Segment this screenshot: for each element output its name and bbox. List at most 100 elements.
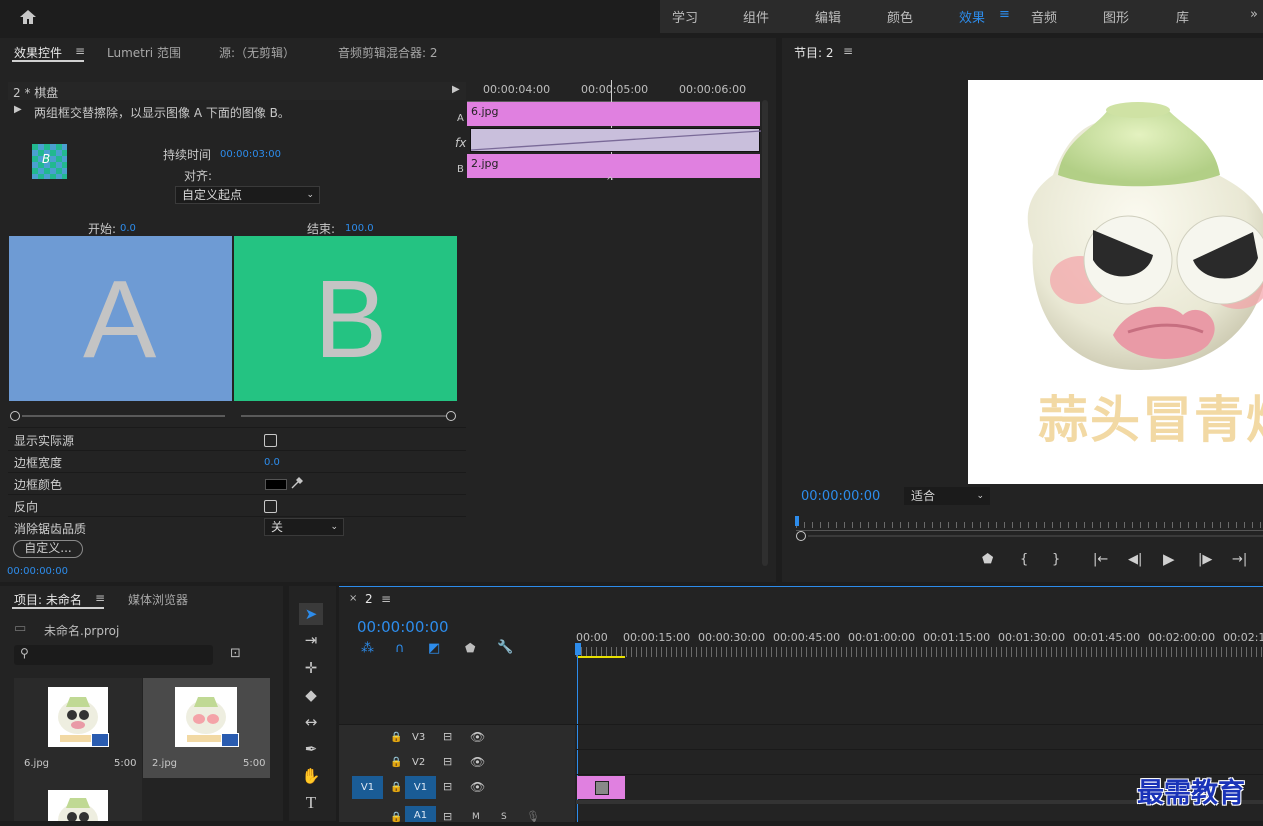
mark-in-icon[interactable]: { bbox=[1020, 552, 1028, 567]
workspace-library[interactable]: 库 bbox=[1176, 7, 1189, 26]
track-target-v1[interactable]: V1 bbox=[405, 776, 436, 799]
workspace-audio[interactable]: 音频 bbox=[1031, 7, 1057, 26]
hand-tool-icon[interactable]: ✋ bbox=[299, 765, 323, 787]
add-marker-icon[interactable]: ⬟ bbox=[465, 641, 475, 655]
start-slider-track[interactable] bbox=[22, 415, 225, 417]
eye-icon[interactable]: 👁 bbox=[470, 755, 485, 769]
tab-source[interactable]: 源:（无剪辑） bbox=[219, 44, 295, 61]
nest-toggle-icon[interactable]: ⁂ bbox=[361, 641, 374, 656]
close-tab-icon[interactable]: × bbox=[349, 593, 357, 604]
type-tool-icon[interactable]: T bbox=[299, 792, 323, 814]
program-zoom-handle[interactable] bbox=[796, 531, 806, 541]
go-to-out-icon[interactable]: →| bbox=[1232, 552, 1247, 567]
end-slider-handle[interactable] bbox=[446, 411, 456, 421]
selection-tool-icon[interactable]: ➤ bbox=[299, 603, 323, 625]
clip-b[interactable]: 2.jpg bbox=[467, 154, 760, 178]
transition-bar[interactable] bbox=[470, 128, 761, 152]
workspace-menu-icon[interactable]: ≡ bbox=[999, 7, 1010, 22]
transition-marker-icon[interactable] bbox=[595, 781, 609, 795]
source-patch-v1[interactable]: V1 bbox=[352, 776, 383, 799]
tab-lumetri-scopes[interactable]: Lumetri 范围 bbox=[107, 44, 181, 61]
track-select-tool-icon[interactable]: ⇥ bbox=[299, 629, 323, 651]
workspace-color[interactable]: 颜色 bbox=[887, 7, 913, 26]
panel-menu-icon[interactable]: ≡ bbox=[75, 44, 85, 58]
tab-sequence[interactable]: 2 bbox=[365, 592, 373, 606]
step-back-icon[interactable]: ◀| bbox=[1128, 552, 1142, 567]
end-value[interactable]: 100.0 bbox=[345, 223, 374, 234]
lock-icon[interactable]: 🔒 bbox=[390, 757, 402, 768]
end-slider-track[interactable] bbox=[241, 415, 446, 417]
linked-selection-icon[interactable]: ◩ bbox=[428, 641, 440, 656]
work-area-bar[interactable] bbox=[577, 656, 625, 658]
reverse-checkbox[interactable] bbox=[264, 500, 277, 513]
slip-tool-icon[interactable]: ↔ bbox=[299, 711, 323, 733]
project-item-selected[interactable]: 2.jpg 5:00 bbox=[143, 678, 270, 778]
sync-lock-icon[interactable]: ⊟ bbox=[443, 730, 452, 743]
program-ruler[interactable] bbox=[796, 516, 1263, 531]
tab-audio-clip-mixer[interactable]: 音频剪辑混合器: 2 bbox=[338, 44, 438, 61]
fit-dropdown[interactable]: 适合 ⌄ bbox=[904, 487, 990, 505]
program-timecode[interactable]: 00:00:00:00 bbox=[801, 489, 880, 504]
ec-timecode[interactable]: 00:00:00:00 bbox=[7, 566, 68, 577]
track-target-a1[interactable]: A1 bbox=[405, 806, 436, 822]
sync-lock-icon[interactable]: ⊟ bbox=[443, 810, 452, 823]
timeline-ruler[interactable]: 00:00 00:00:15:00 00:00:30:00 00:00:45:0… bbox=[576, 627, 1263, 659]
program-playhead[interactable] bbox=[795, 516, 799, 526]
custom-button[interactable]: 自定义... bbox=[13, 540, 83, 558]
sync-lock-icon[interactable]: ⊟ bbox=[443, 755, 452, 768]
project-search-input[interactable]: ⚲ bbox=[14, 645, 213, 665]
microphone-icon[interactable]: 🎙 bbox=[526, 810, 540, 823]
program-zoom-track[interactable] bbox=[808, 535, 1263, 537]
project-item[interactable]: 6.jpg 5:00 bbox=[14, 678, 142, 821]
border-color-swatch[interactable] bbox=[265, 479, 287, 490]
program-monitor-title[interactable]: 节目: 2 bbox=[794, 44, 834, 61]
workspace-assembly[interactable]: 组件 bbox=[743, 7, 769, 26]
lock-icon[interactable]: 🔒 bbox=[390, 812, 402, 823]
go-to-in-icon[interactable]: |← bbox=[1093, 552, 1108, 567]
clip-a[interactable]: 6.jpg bbox=[467, 102, 760, 126]
border-width-value[interactable]: 0.0 bbox=[264, 457, 280, 468]
wrench-icon[interactable]: 🔧 bbox=[497, 640, 513, 655]
v1-clip[interactable] bbox=[577, 776, 625, 799]
panel-menu-icon[interactable]: ≡ bbox=[381, 592, 391, 606]
timeline-playhead-head[interactable] bbox=[575, 643, 581, 655]
pen-tool-icon[interactable]: ✒ bbox=[299, 738, 323, 760]
home-icon[interactable] bbox=[18, 7, 38, 27]
expand-arrow-icon[interactable]: ▶ bbox=[452, 84, 460, 95]
eyedropper-icon[interactable] bbox=[290, 476, 304, 490]
duration-value[interactable]: 00:00:03:00 bbox=[220, 149, 281, 160]
show-actual-checkbox[interactable] bbox=[264, 434, 277, 447]
mini-vscrollbar[interactable] bbox=[762, 100, 768, 566]
lock-icon[interactable]: 🔒 bbox=[390, 782, 402, 793]
more-workspaces-icon[interactable]: » bbox=[1250, 7, 1258, 22]
align-dropdown[interactable]: 自定义起点 ⌄ bbox=[175, 186, 320, 204]
antialias-dropdown[interactable]: 关 ⌄ bbox=[264, 518, 344, 536]
eye-icon[interactable]: 👁 bbox=[470, 780, 485, 794]
lock-icon[interactable]: 🔒 bbox=[390, 732, 402, 743]
start-value[interactable]: 0.0 bbox=[120, 223, 136, 234]
ripple-edit-tool-icon[interactable]: ✛ bbox=[299, 657, 323, 679]
panel-menu-icon[interactable]: ≡ bbox=[843, 44, 853, 58]
step-forward-icon[interactable]: |▶ bbox=[1198, 552, 1212, 567]
razor-tool-icon[interactable]: ◆ bbox=[299, 684, 323, 706]
eye-icon[interactable]: 👁 bbox=[470, 730, 485, 744]
workspace-effects[interactable]: 效果 bbox=[959, 7, 985, 26]
play-transition-icon[interactable]: ▶ bbox=[14, 104, 22, 115]
new-bin-icon[interactable]: ⊡ bbox=[230, 646, 241, 661]
panel-menu-icon[interactable]: ≡ bbox=[95, 591, 105, 605]
timeline-timecode[interactable]: 00:00:00:00 bbox=[357, 618, 449, 636]
tab-media-browser[interactable]: 媒体浏览器 bbox=[128, 591, 188, 608]
snap-icon[interactable]: ∩ bbox=[395, 641, 405, 656]
add-marker-icon[interactable]: ⬟ bbox=[982, 552, 993, 567]
play-icon[interactable]: ▶ bbox=[1163, 550, 1175, 568]
tab-effect-controls[interactable]: 效果控件 bbox=[14, 44, 62, 61]
caret-up-icon[interactable]: ^ bbox=[606, 176, 614, 187]
mark-out-icon[interactable]: } bbox=[1052, 552, 1060, 567]
start-slider-handle[interactable] bbox=[10, 411, 20, 421]
workspace-editing[interactable]: 编辑 bbox=[815, 7, 841, 26]
workspace-learn[interactable]: 学习 bbox=[672, 7, 698, 26]
sync-lock-icon[interactable]: ⊟ bbox=[443, 780, 452, 793]
track-divider bbox=[576, 749, 1263, 750]
workspace-graphics[interactable]: 图形 bbox=[1103, 7, 1129, 26]
tab-project[interactable]: 项目: 未命名 bbox=[14, 591, 82, 608]
